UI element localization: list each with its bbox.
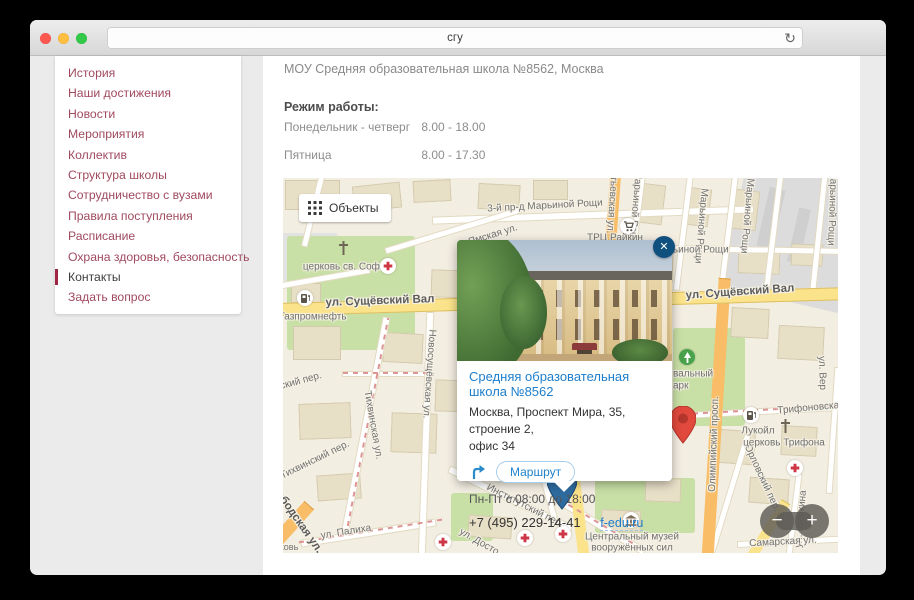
schedule-row: Понедельник - четверг 8.00 - 18.00 [284, 120, 485, 134]
popup-title-link[interactable]: Средняя образовательная школа №8562 [469, 369, 660, 399]
fuel-station-icon [297, 290, 313, 306]
objects-button[interactable]: Объекты [299, 194, 391, 222]
address-bar-text: сгу [447, 32, 463, 44]
sidebar-item-admission-rules[interactable]: Правила поступления [55, 206, 241, 226]
map-poi-label: арк [673, 381, 689, 392]
address-bar[interactable]: сгу ↻ [107, 27, 803, 49]
map-zoom-controls: − + [760, 504, 829, 538]
sidebar-item-events[interactable]: Мероприятия [55, 124, 241, 144]
medical-cross-icon [435, 534, 451, 550]
map-poi-label: вальный [673, 369, 713, 380]
tree-icon [679, 349, 695, 365]
church-icon [777, 418, 793, 434]
objects-button-label: Объекты [329, 201, 379, 215]
reload-icon[interactable]: ↻ [784, 29, 796, 47]
map-poi-label: церковь Трифона [743, 438, 825, 449]
sidebar-item-ask-question[interactable]: Задать вопрос [55, 287, 241, 307]
sidebar-item-history[interactable]: История [55, 63, 241, 83]
map-street-label: Олимпийский просп. [707, 396, 721, 492]
schedule-heading: Режим работы: [284, 100, 379, 114]
school-photo [457, 240, 672, 361]
sidebar-item-universities[interactable]: Сотрудничество с вузами [55, 185, 241, 205]
map-poi-label: Газпромнефть [283, 312, 347, 323]
church-icon [335, 240, 351, 256]
sidebar-item-staff[interactable]: Коллектив [55, 145, 241, 165]
sidebar-item-health-safety[interactable]: Охрана здоровья, безопасность [55, 247, 241, 267]
browser-titlebar: сгу ↻ [30, 20, 886, 56]
map-poi-label: Лукойл [741, 426, 774, 437]
window-controls [40, 33, 87, 44]
window-minimize-button[interactable] [58, 33, 69, 44]
popup-address-line1: Москва, Проспект Мира, 35, строение 2, [469, 405, 625, 436]
schedule-day: Понедельник - четверг [284, 120, 418, 134]
popup-address: Москва, Проспект Мира, 35, строение 2, о… [469, 404, 660, 454]
zoom-in-button[interactable]: + [795, 504, 829, 538]
medical-cross-icon [380, 258, 396, 274]
map-street-label: Трифоновская [777, 400, 838, 417]
map-poi-label: вооружённых сил [591, 543, 673, 554]
schedule-day: Пятница [284, 148, 418, 162]
main-content: МОУ Средняя образовательная школа №8562,… [263, 56, 860, 575]
zoom-out-button[interactable]: − [760, 504, 794, 538]
map-poi-label: Центральный музей [585, 532, 679, 543]
map-street-label: ский пер. [283, 370, 323, 392]
grid-icon [308, 201, 322, 215]
sidebar-item-contacts[interactable]: Контакты [55, 267, 241, 287]
schedule-row: Пятница 8.00 - 17.30 [284, 148, 485, 162]
map-street-label: Марьиной Рощи [825, 178, 838, 246]
popup-hours: Пн-Пт с 08:00 до 18:00 [469, 492, 660, 506]
window-close-button[interactable] [40, 33, 51, 44]
map-street-label: ул. Вер [816, 356, 828, 390]
sidebar-item-news[interactable]: Новости [55, 104, 241, 124]
schedule-hours: 8.00 - 18.00 [421, 120, 485, 134]
popup-website-link[interactable]: f-edu.ru [600, 516, 643, 531]
sidebar-item-timetable[interactable]: Расписание [55, 226, 241, 246]
shopping-cart-icon [620, 218, 636, 234]
page-title: МОУ Средняя образовательная школа №8562,… [284, 62, 604, 76]
map-poi-label: церковь св. Софии [303, 262, 391, 273]
route-fork-icon[interactable] [469, 463, 487, 481]
sidebar-item-label: Контакты [68, 270, 121, 284]
placemark-popup: ✕ Средняя образовател [457, 240, 672, 481]
map-street-label: ковь [283, 542, 298, 552]
medical-cross-icon [787, 460, 803, 476]
browser-window: сгу ↻ История Наши достижения Новости Ме… [30, 20, 886, 575]
map-canvas[interactable]: 3-й пр-д Марьиной Рощи Ямская ул. Марьин… [283, 178, 838, 553]
window-zoom-button[interactable] [76, 33, 87, 44]
medical-cross-icon [517, 530, 533, 546]
popup-tail [553, 481, 575, 492]
popup-address-line2: офис 34 [469, 439, 515, 453]
schedule-hours: 8.00 - 17.30 [421, 148, 485, 162]
sidebar-item-structure[interactable]: Структура школы [55, 165, 241, 185]
sidebar-item-achievements[interactable]: Наши достижения [55, 83, 241, 103]
popup-close-button[interactable]: ✕ [653, 236, 675, 258]
active-item-indicator [55, 269, 58, 285]
fuel-station-icon [743, 407, 759, 423]
sidebar: История Наши достижения Новости Мероприя… [55, 56, 241, 314]
popup-phone: +7 (495) 229-14-41 [469, 515, 581, 530]
red-map-pin[interactable] [670, 406, 696, 449]
